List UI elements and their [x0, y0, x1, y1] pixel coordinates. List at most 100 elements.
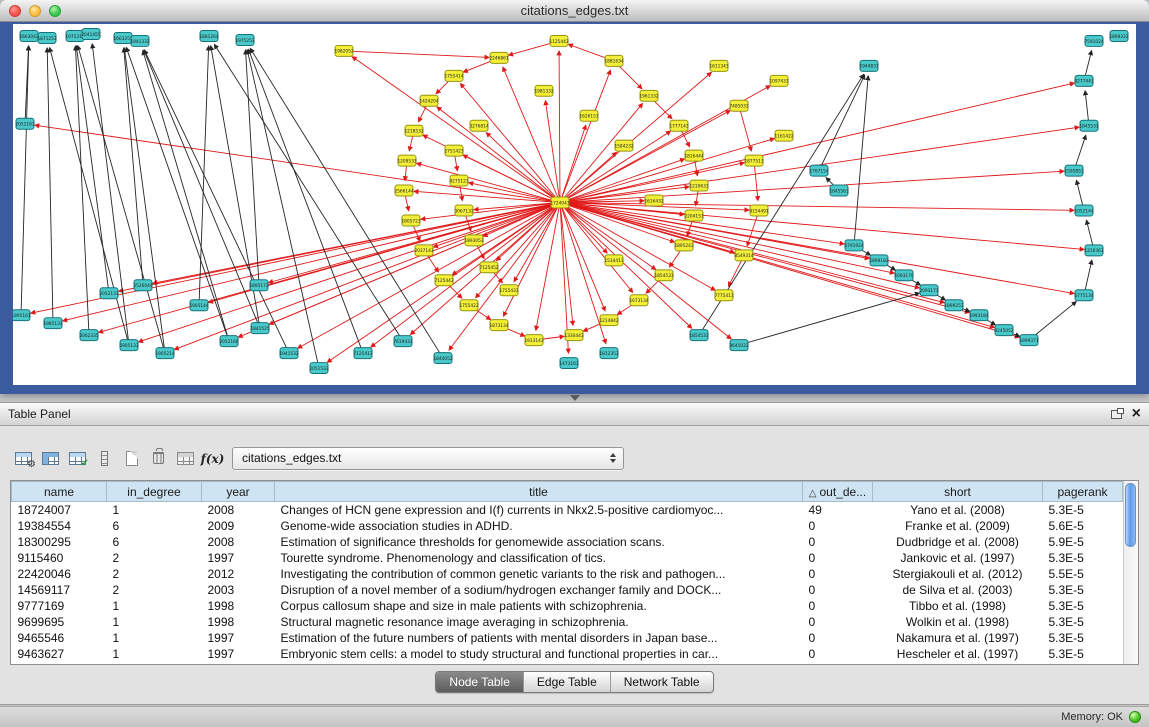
network-node[interactable]: 1673134	[629, 295, 648, 306]
network-node[interactable]: 1218532	[404, 125, 423, 136]
network-node[interactable]: 1626153	[579, 110, 598, 121]
network-node[interactable]: 5905144	[189, 300, 208, 311]
network-node[interactable]: 1899182	[869, 255, 888, 266]
table-row[interactable]: 969969511998Structural magnetic resonanc…	[12, 614, 1123, 630]
network-node[interactable]: 1755422	[459, 300, 478, 311]
window-titlebar[interactable]: citations_edges.txt	[0, 0, 1149, 22]
create-column-button[interactable]	[118, 445, 145, 472]
delete-table-button[interactable]	[172, 445, 199, 472]
network-node[interactable]: 2051163	[15, 118, 34, 129]
network-node[interactable]: 9154491	[749, 205, 768, 216]
table-row[interactable]: 1872400712008Changes of HCN gene express…	[12, 502, 1123, 518]
network-node[interactable]: 9645022	[729, 340, 748, 351]
delete-column-button[interactable]	[145, 445, 172, 472]
network-node[interactable]: 1777143	[669, 120, 688, 131]
network-node[interactable]: 1895161	[13, 310, 31, 321]
row-options-button[interactable]	[91, 445, 118, 472]
network-node[interactable]: 1812353	[599, 348, 618, 359]
network-node[interactable]: 1724043	[550, 197, 569, 208]
column-header-pagerank[interactable]: pagerank	[1043, 482, 1123, 502]
network-node[interactable]: 2051533	[309, 363, 328, 374]
network-node[interactable]: 1913143	[524, 335, 543, 346]
table-row[interactable]: 2242004622012Investigating the contribut…	[12, 566, 1123, 582]
network-node[interactable]: 1534413	[604, 255, 623, 266]
column-header-name[interactable]: name	[12, 482, 107, 502]
network-node[interactable]: 1052144	[1074, 205, 1093, 216]
network-node[interactable]: 1961332	[639, 90, 658, 101]
network-node[interactable]: 1210633	[689, 180, 708, 191]
network-node[interactable]: 1985133	[43, 318, 62, 329]
network-node[interactable]: 1905214	[155, 348, 174, 359]
network-node[interactable]: 1877513	[744, 155, 763, 166]
close-panel-icon[interactable]	[1132, 407, 1141, 421]
network-node[interactable]: 1893053	[464, 235, 483, 246]
zoom-window-button[interactable]	[49, 5, 61, 17]
network-node[interactable]: 1899322	[1109, 30, 1128, 41]
column-header-short[interactable]: short	[873, 482, 1043, 502]
network-node[interactable]: 1330443	[564, 330, 583, 341]
table-source-dropdown[interactable]: citations_edges.txt	[232, 447, 624, 470]
network-node[interactable]: 2751423	[444, 145, 463, 156]
table-row[interactable]: 946554611997Estimation of the future num…	[12, 630, 1123, 646]
network-node[interactable]: 1473163	[559, 358, 578, 369]
network-node[interactable]: 7125452	[479, 262, 498, 273]
network-node[interactable]: 1841525	[250, 323, 269, 334]
tab-edge-table[interactable]: Edge Table	[523, 672, 610, 692]
network-node[interactable]: 2246861	[489, 52, 508, 63]
tab-network-table[interactable]: Network Table	[610, 672, 713, 692]
column-header-out_degree[interactable]: △out_de...	[803, 482, 873, 502]
network-node[interactable]: 7591024	[1084, 35, 1103, 46]
network-node[interactable]: 1871253	[37, 32, 56, 43]
network-node[interactable]: 3067132	[454, 205, 473, 216]
network-node[interactable]: 1214842	[599, 315, 618, 326]
vertical-scrollbar[interactable]	[1123, 481, 1138, 664]
close-window-button[interactable]	[9, 5, 21, 17]
network-node[interactable]: 1944833	[859, 60, 878, 71]
network-node[interactable]: 3276814	[469, 120, 488, 131]
network-node[interactable]: 1663042	[19, 30, 38, 41]
table-row[interactable]: 977716911998Corpus callosum shape and si…	[12, 598, 1123, 614]
network-node[interactable]: 1767154	[809, 165, 828, 176]
import-table-button[interactable]	[64, 445, 91, 472]
network-node[interactable]: 5905133	[119, 340, 138, 351]
network-node[interactable]: 1595853	[1064, 165, 1083, 176]
network-node[interactable]: 1097433	[769, 75, 788, 86]
network-node[interactable]: 1693170	[894, 270, 913, 281]
network-node[interactable]: 1816444	[684, 150, 703, 161]
network-node[interactable]: 1161422	[774, 130, 793, 141]
network-node[interactable]: 1584232	[614, 140, 633, 151]
network-node[interactable]: 1844052	[433, 353, 452, 364]
network-node[interactable]: 7485033	[729, 100, 748, 111]
network-node[interactable]: 6791924	[844, 240, 863, 251]
network-node[interactable]: 2526044	[133, 280, 152, 291]
network-node[interactable]: 1854533	[689, 330, 708, 341]
column-header-year[interactable]: year	[202, 482, 275, 502]
network-node[interactable]: 7619433	[393, 336, 412, 347]
network-node[interactable]: 1899253	[944, 300, 963, 311]
show-columns-button[interactable]	[37, 445, 64, 472]
table-row[interactable]: 1938455462009Genome-wide association stu…	[12, 518, 1123, 534]
network-node[interactable]: 2566144	[394, 185, 413, 196]
network-node[interactable]: 7125413	[353, 348, 372, 359]
network-node[interactable]: 1424204	[419, 95, 438, 106]
column-header-in_degree[interactable]: in_degree	[107, 482, 202, 502]
network-canvas[interactable]: 1724043188163411254432246861175541414242…	[13, 24, 1136, 385]
network-node[interactable]: 4275123	[449, 175, 468, 186]
table-row[interactable]: 911546021997Tourette syndrome. Phenomeno…	[12, 550, 1123, 566]
network-node[interactable]: 1616432	[644, 195, 663, 206]
panel-splitter[interactable]	[0, 394, 1149, 402]
network-graph[interactable]: 1724043188163411254432246861175541414242…	[13, 24, 1136, 385]
network-node[interactable]: 1755414	[444, 70, 463, 81]
network-node[interactable]: 1975253	[235, 34, 254, 45]
network-node[interactable]: 1210363	[1084, 245, 1103, 256]
table-mode-button[interactable]	[10, 445, 37, 472]
minimize-window-button[interactable]	[29, 5, 41, 17]
table-scroll-area[interactable]: namein_degreeyeartitle△out_de...shortpag…	[11, 481, 1123, 664]
network-node[interactable]: 1805723	[401, 215, 420, 226]
network-node[interactable]: 2062335	[79, 330, 98, 341]
network-node[interactable]: 1755433	[499, 285, 518, 296]
network-node[interactable]: 2037143	[414, 245, 433, 256]
float-panel-icon[interactable]	[1111, 410, 1122, 419]
network-node[interactable]: 2052133	[99, 288, 118, 299]
scrollbar-thumb[interactable]	[1125, 483, 1136, 547]
